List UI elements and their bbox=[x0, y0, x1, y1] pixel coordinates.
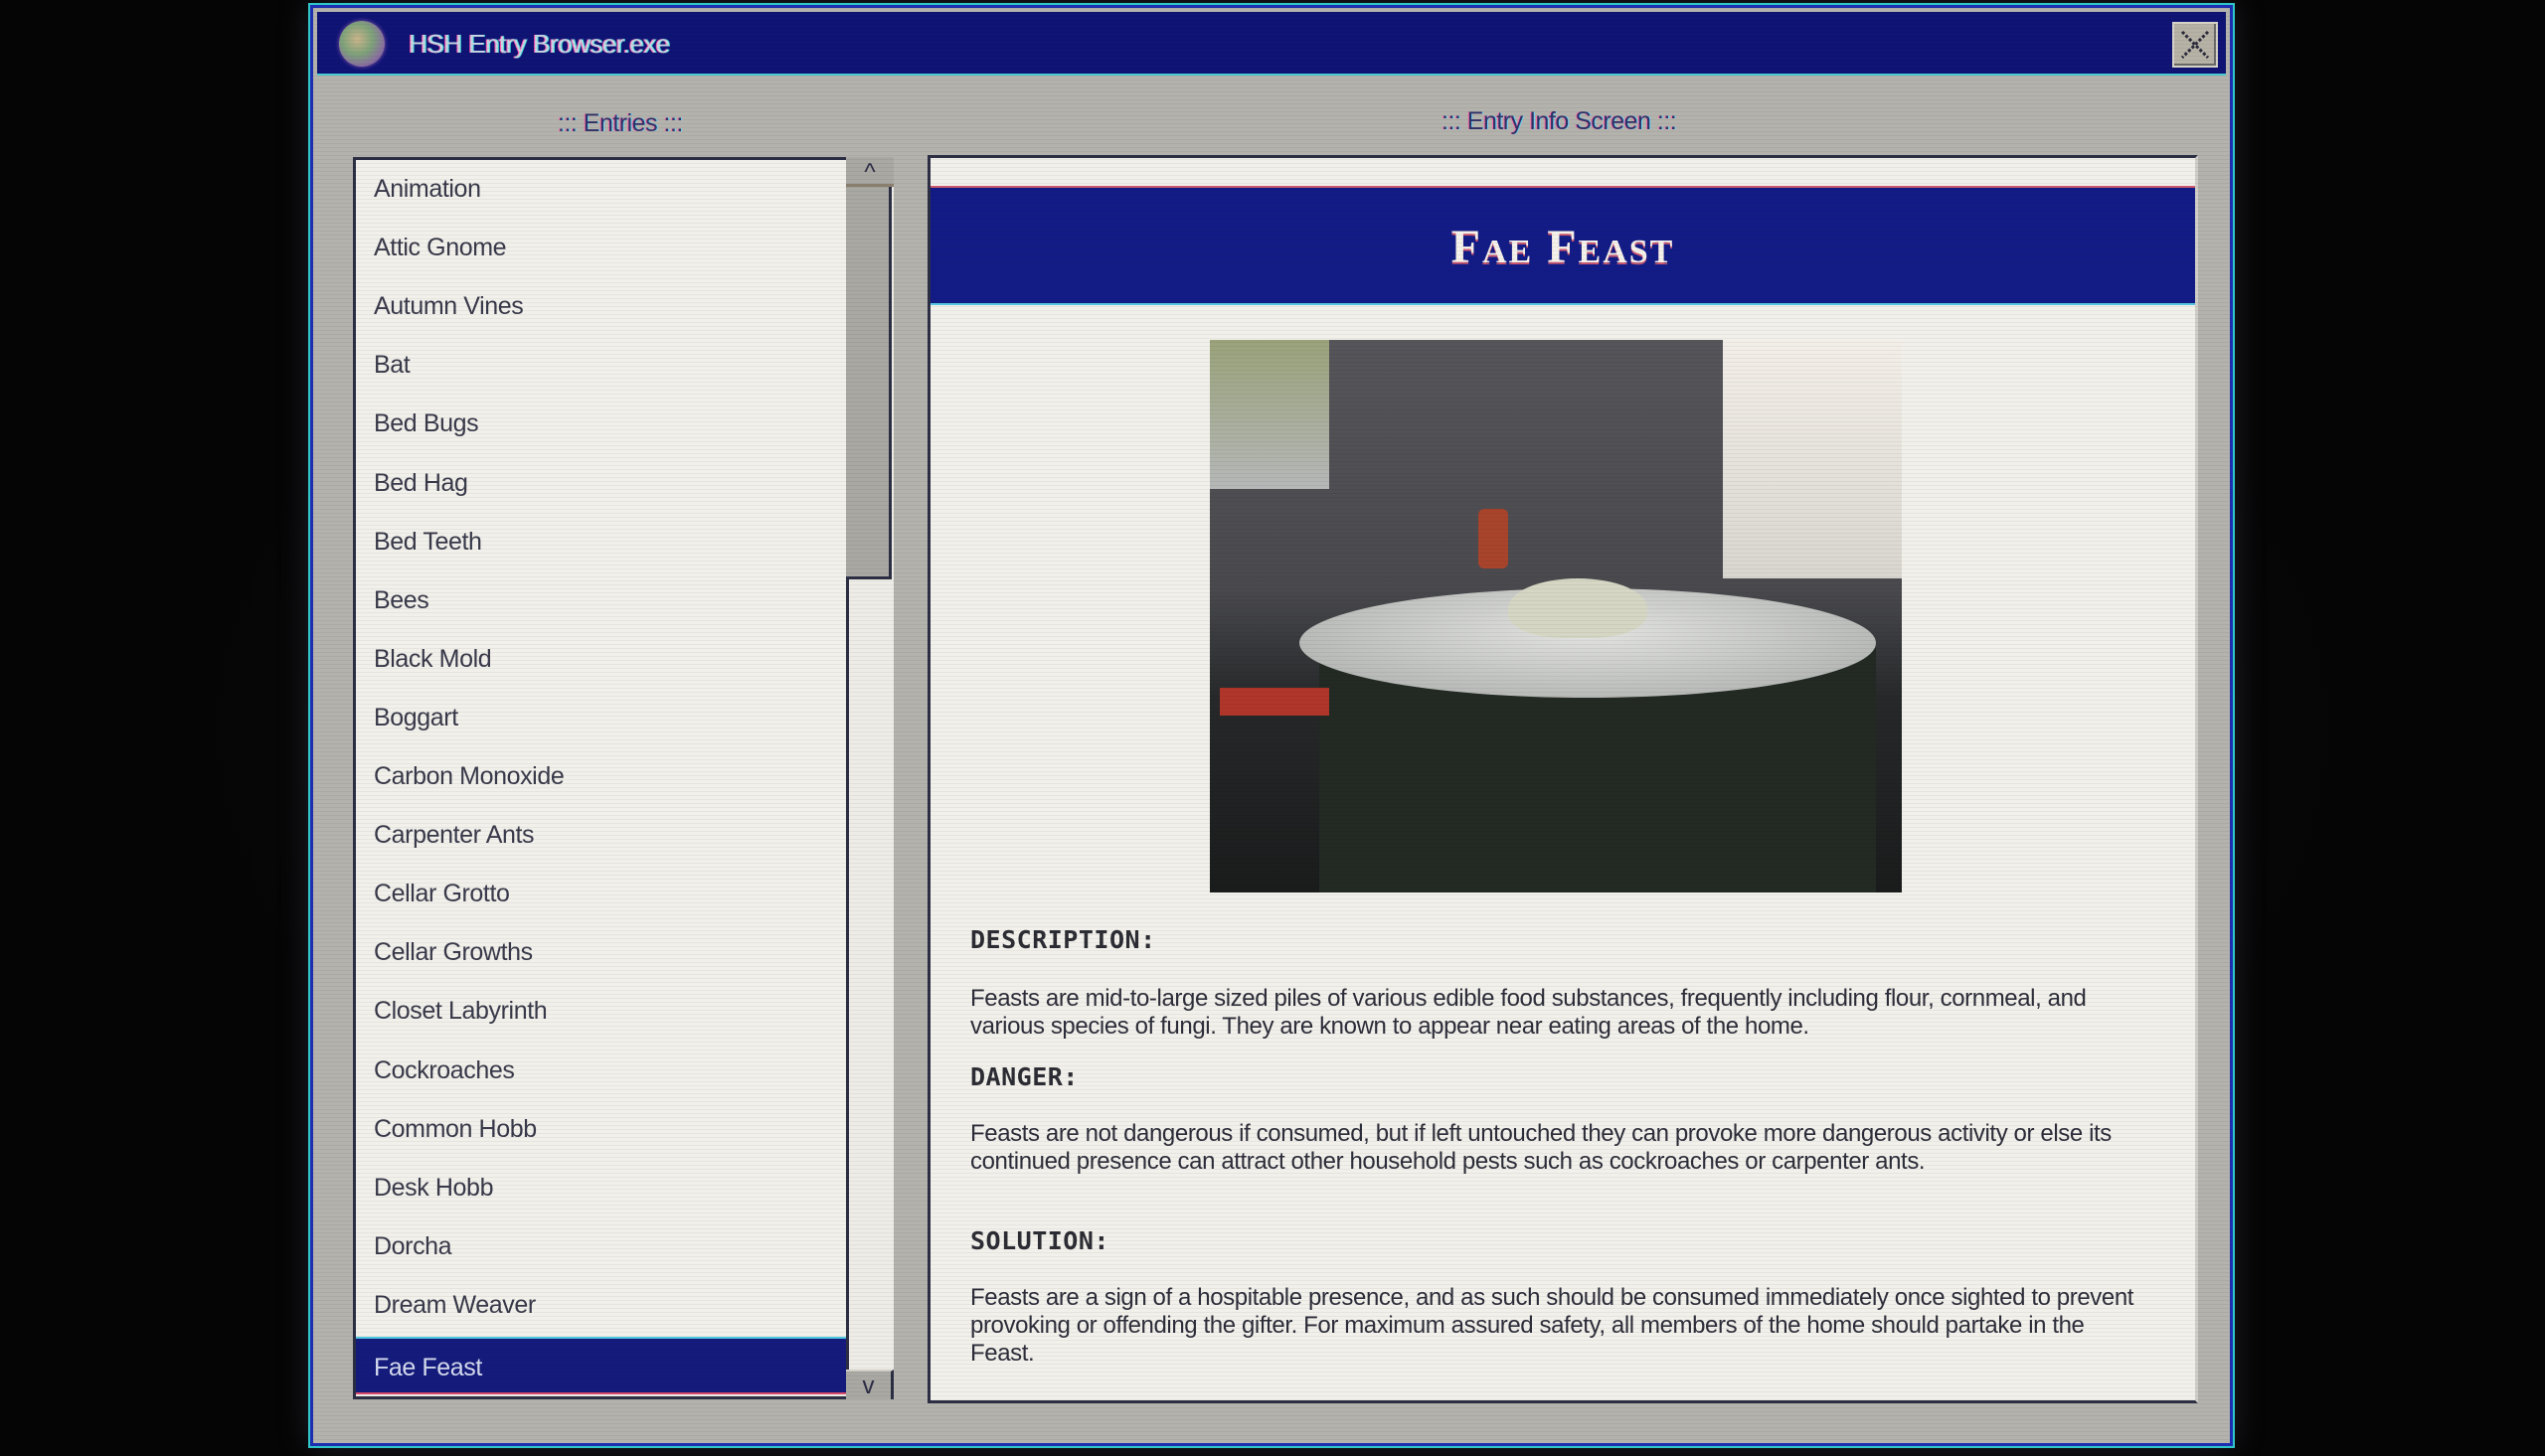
entry-list-item[interactable]: Dorcha bbox=[356, 1217, 851, 1275]
entry-list-item[interactable]: Boggart bbox=[356, 689, 851, 746]
close-icon bbox=[2180, 30, 2210, 60]
entry-list-item[interactable]: Bees bbox=[356, 571, 851, 629]
entry-list-item[interactable]: Desk Hobb bbox=[356, 1159, 851, 1216]
description-heading: DESCRIPTION: bbox=[970, 925, 1156, 954]
entry-list-item[interactable]: Cellar Growths bbox=[356, 923, 851, 981]
entry-list-item[interactable]: Bat bbox=[356, 336, 851, 394]
entry-info-panel: Fae Feast DESCRIPTION: Feasts are mid-to… bbox=[928, 155, 2198, 1403]
entry-list-item[interactable]: Autumn Vines bbox=[356, 277, 851, 335]
entry-list-item[interactable]: Dream Weaver bbox=[356, 1276, 851, 1334]
solution-heading: SOLUTION: bbox=[970, 1226, 1109, 1255]
globe-icon bbox=[339, 21, 385, 67]
entry-list-item[interactable]: Carpenter Ants bbox=[356, 806, 851, 864]
entry-list-item[interactable]: Black Mold bbox=[356, 630, 851, 688]
image-vase bbox=[1478, 509, 1508, 568]
entry-title-banner: Fae Feast bbox=[931, 186, 2195, 305]
image-window bbox=[1723, 340, 1902, 578]
entry-list-item[interactable]: Closet Labyrinth bbox=[356, 982, 851, 1040]
scroll-track bbox=[846, 579, 849, 1394]
scroll-down-button[interactable]: v bbox=[846, 1370, 894, 1399]
entry-list-item[interactable]: Carbon Monoxide bbox=[356, 747, 851, 805]
entry-list-item[interactable]: Cellar Grotto bbox=[356, 865, 851, 922]
window-title: HSH Entry Browser.exe bbox=[409, 29, 670, 59]
scroll-up-button[interactable]: ^ bbox=[846, 157, 894, 187]
description-text: Feasts are mid-to-large sized piles of v… bbox=[970, 985, 2087, 1040]
entry-list-item[interactable]: Bed Teeth bbox=[356, 513, 851, 570]
entry-image bbox=[1210, 340, 1902, 892]
entry-list-item[interactable]: Attic Gnome bbox=[356, 219, 851, 276]
image-chair-cushion bbox=[1220, 688, 1329, 716]
entries-list[interactable]: Animation Attic Gnome Autumn Vines Bat Bed B… bbox=[353, 157, 890, 1399]
entries-label: ::: Entries ::: bbox=[558, 109, 683, 137]
entry-info-label: ::: Entry Info Screen ::: bbox=[1442, 107, 1677, 135]
title-bar[interactable]: HSH Entry Browser.exe bbox=[317, 12, 2226, 76]
entry-list-item[interactable]: Animation bbox=[356, 160, 851, 218]
app-window: HSH Entry Browser.exe ::: Entries ::: ::… bbox=[310, 5, 2233, 1446]
image-wall-picture bbox=[1210, 340, 1329, 489]
close-button[interactable] bbox=[2172, 22, 2218, 68]
danger-heading: DANGER: bbox=[970, 1062, 1079, 1091]
danger-text: Feasts are not dangerous if consumed, bu… bbox=[970, 1120, 2112, 1175]
entry-title: Fae Feast bbox=[1450, 221, 1675, 273]
image-food-pile bbox=[1508, 578, 1647, 638]
entry-list-item[interactable]: Common Hobb bbox=[356, 1100, 851, 1158]
entries-scrollbar[interactable]: ^ v bbox=[846, 157, 894, 1399]
solution-text: Feasts are a sign of a hospitable presen… bbox=[970, 1284, 2134, 1367]
entry-list-item[interactable]: Bed Hag bbox=[356, 454, 851, 512]
scroll-thumb[interactable] bbox=[846, 187, 892, 579]
entry-list-item[interactable]: Fae Feast bbox=[356, 1337, 851, 1394]
entry-list-item[interactable]: Cockroaches bbox=[356, 1042, 851, 1099]
entry-list-item[interactable]: Bed Bugs bbox=[356, 395, 851, 452]
